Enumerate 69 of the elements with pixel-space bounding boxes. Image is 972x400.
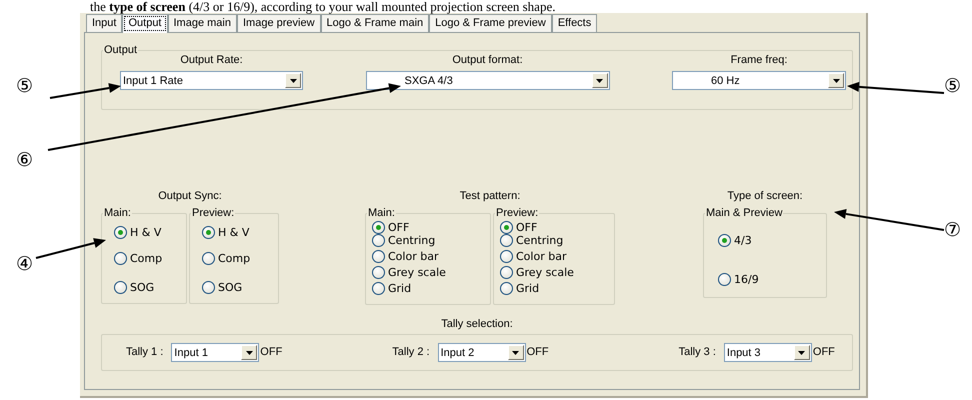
radio-button[interactable]: Grid [500,282,540,295]
tally-status: OFF [260,346,282,359]
radio-button[interactable]: 4/3 [718,234,752,247]
caret-icon [596,78,603,82]
group-title: Preview: [495,207,540,219]
dropdown-button[interactable] [592,73,608,88]
group-title: Main: [103,207,132,219]
callout-number: ⑤ [944,76,962,96]
radio-button[interactable]: H & V [202,226,250,239]
callout-number: ⑥ [16,150,34,170]
caret-icon [246,350,253,354]
tally-label: Tally 2 : [392,346,430,359]
tally-label: Tally 1 : [126,346,164,359]
intro-sentence: the type of screen (4/3 or 16/9), according to your wall mounted projection screen shape. [89,0,556,13]
radio-button[interactable]: Color bar [372,250,438,263]
dropdown[interactable]: Input 3 [724,343,812,362]
tab[interactable]: Logo & Frame main [320,14,430,32]
tab[interactable]: Image main [168,14,237,32]
tab[interactable]: Logo & Frame preview [429,14,552,32]
section-label: Test pattern: [460,190,520,203]
tally-label: Tally 3 : [678,346,716,359]
callout-number: ⑦ [944,220,962,240]
callout-number: ⑤ [16,76,34,96]
radio-button[interactable]: OFF [500,221,538,234]
tab[interactable]: Image preview [236,14,321,32]
field-label: Output format: [452,54,523,67]
dropdown-button[interactable] [794,345,810,360]
radio-button[interactable]: SOG [114,281,154,294]
callout-number: ④ [16,254,34,274]
group-title: Main: [367,207,396,219]
section-label: Output Sync: [158,190,222,203]
section-label: Tally selection: [440,318,514,330]
radio-button[interactable]: SOG [202,281,242,294]
radio-button[interactable]: OFF [372,221,410,234]
arrow [36,238,106,259]
radio-button[interactable]: Comp [202,252,250,265]
field-label: Output Rate: [180,54,243,67]
dropdown-button[interactable] [285,73,301,88]
tally-status: OFF [812,346,835,359]
group-title: Output [103,44,138,56]
radio-button[interactable]: 16/9 [718,273,759,286]
group-title: Preview: [191,207,236,219]
caret-icon [832,78,840,82]
group-title: Main & Preview [705,207,784,219]
radio-button[interactable]: Grid [372,282,412,295]
section-label: Type of screen: [727,190,803,203]
caret-icon [798,350,806,354]
caret-icon [290,78,296,82]
radio-button[interactable]: Centring [372,234,436,247]
dropdown[interactable]: 60 Hz [672,71,846,90]
dropdown[interactable]: Input 1 [171,343,260,362]
dropdown-button[interactable] [828,73,844,88]
tab[interactable]: Effects [552,14,598,32]
field-label: Frame freq: [730,54,788,67]
radio-button[interactable]: Grey scale [500,266,574,279]
dropdown[interactable]: SXGA 4/3 [366,71,610,90]
dropdown[interactable]: Input 2 [438,343,526,362]
radio-button[interactable]: H & V [114,226,162,239]
caret-icon [512,350,520,354]
radio-button[interactable]: Color bar [500,250,566,263]
radio-button[interactable]: Grey scale [372,266,446,279]
tab[interactable]: Output [122,14,168,33]
tally-status: OFF [526,346,549,359]
radio-button[interactable]: Centring [500,234,564,247]
dropdown-button[interactable] [241,345,258,360]
dropdown-button[interactable] [508,345,524,360]
tab[interactable]: Input [86,14,122,32]
radio-button[interactable]: Comp [114,252,162,265]
dropdown[interactable]: Input 1 Rate [120,71,303,90]
